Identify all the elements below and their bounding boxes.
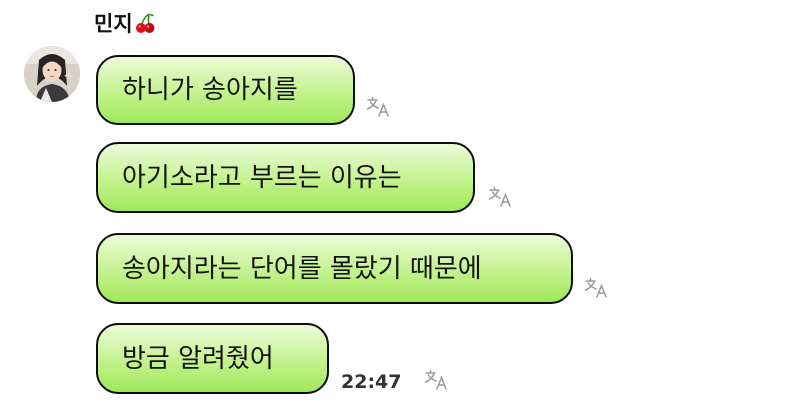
message-text: 하니가 송아지를 [122,75,298,105]
sender-name-text: 민지 [94,12,133,36]
message-bubble[interactable]: 방금 알려줬어 [96,323,329,394]
message-text: 방금 알려줬어 [122,343,274,374]
sender-name: 민지 [94,10,156,41]
translate-icon[interactable] [424,369,450,395]
avatar[interactable] [24,46,80,102]
translate-icon[interactable] [488,186,514,212]
message-bubble[interactable]: 송아지라는 단어를 몰랐기 때문에 [96,233,573,304]
message-bubble[interactable]: 하니가 송아지를 [96,55,355,125]
translate-icon[interactable] [584,277,610,303]
message-text: 아기소라고 부르는 이유는 [122,162,402,193]
timestamp: 22:47 [341,371,402,393]
message-bubble[interactable]: 아기소라고 부르는 이유는 [96,142,475,213]
translate-icon[interactable] [366,96,392,122]
cherry-icon [134,12,156,41]
message-text: 송아지라는 단어를 몰랐기 때문에 [122,253,482,284]
